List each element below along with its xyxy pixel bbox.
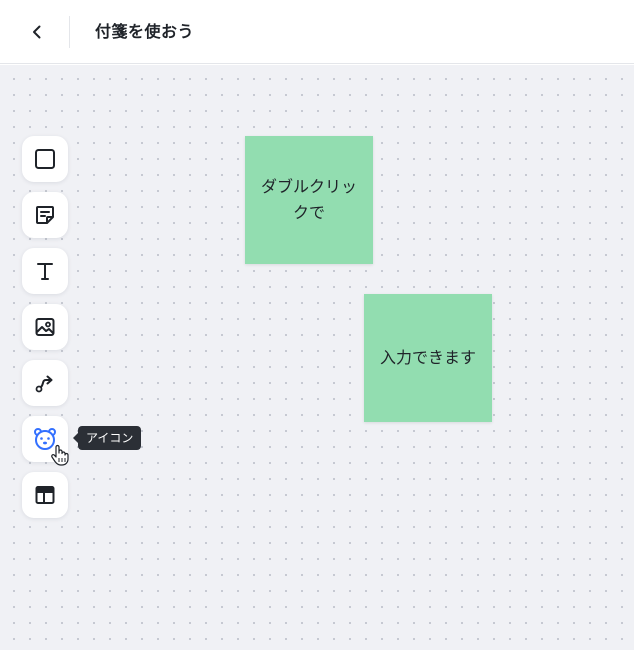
tool-text-button[interactable]	[22, 248, 68, 294]
tool-square-button[interactable]	[22, 136, 68, 182]
tool-connector-button[interactable]	[22, 360, 68, 406]
sticky-note[interactable]: ダブルクリックで	[245, 136, 373, 264]
tool-layout-button[interactable]	[22, 472, 68, 518]
layout-template-icon	[35, 486, 55, 504]
back-button[interactable]	[18, 14, 56, 50]
text-icon	[37, 263, 53, 280]
tooltip-icon-tool: アイコン	[72, 426, 142, 450]
header: 付箋を使おう	[0, 0, 634, 64]
chevron-left-icon	[33, 25, 41, 39]
page-title: 付箋を使おう	[95, 22, 195, 41]
image-icon	[35, 318, 55, 336]
hand-cursor-icon	[51, 444, 69, 466]
sticky-note[interactable]: 入力できます	[364, 294, 492, 422]
connector-arrow-icon	[35, 375, 53, 393]
tool-sticky-note-button[interactable]	[22, 192, 68, 238]
square-icon	[35, 149, 55, 169]
sticky-note-icon	[36, 206, 54, 224]
tool-image-button[interactable]	[22, 304, 68, 350]
header-divider	[69, 16, 70, 48]
